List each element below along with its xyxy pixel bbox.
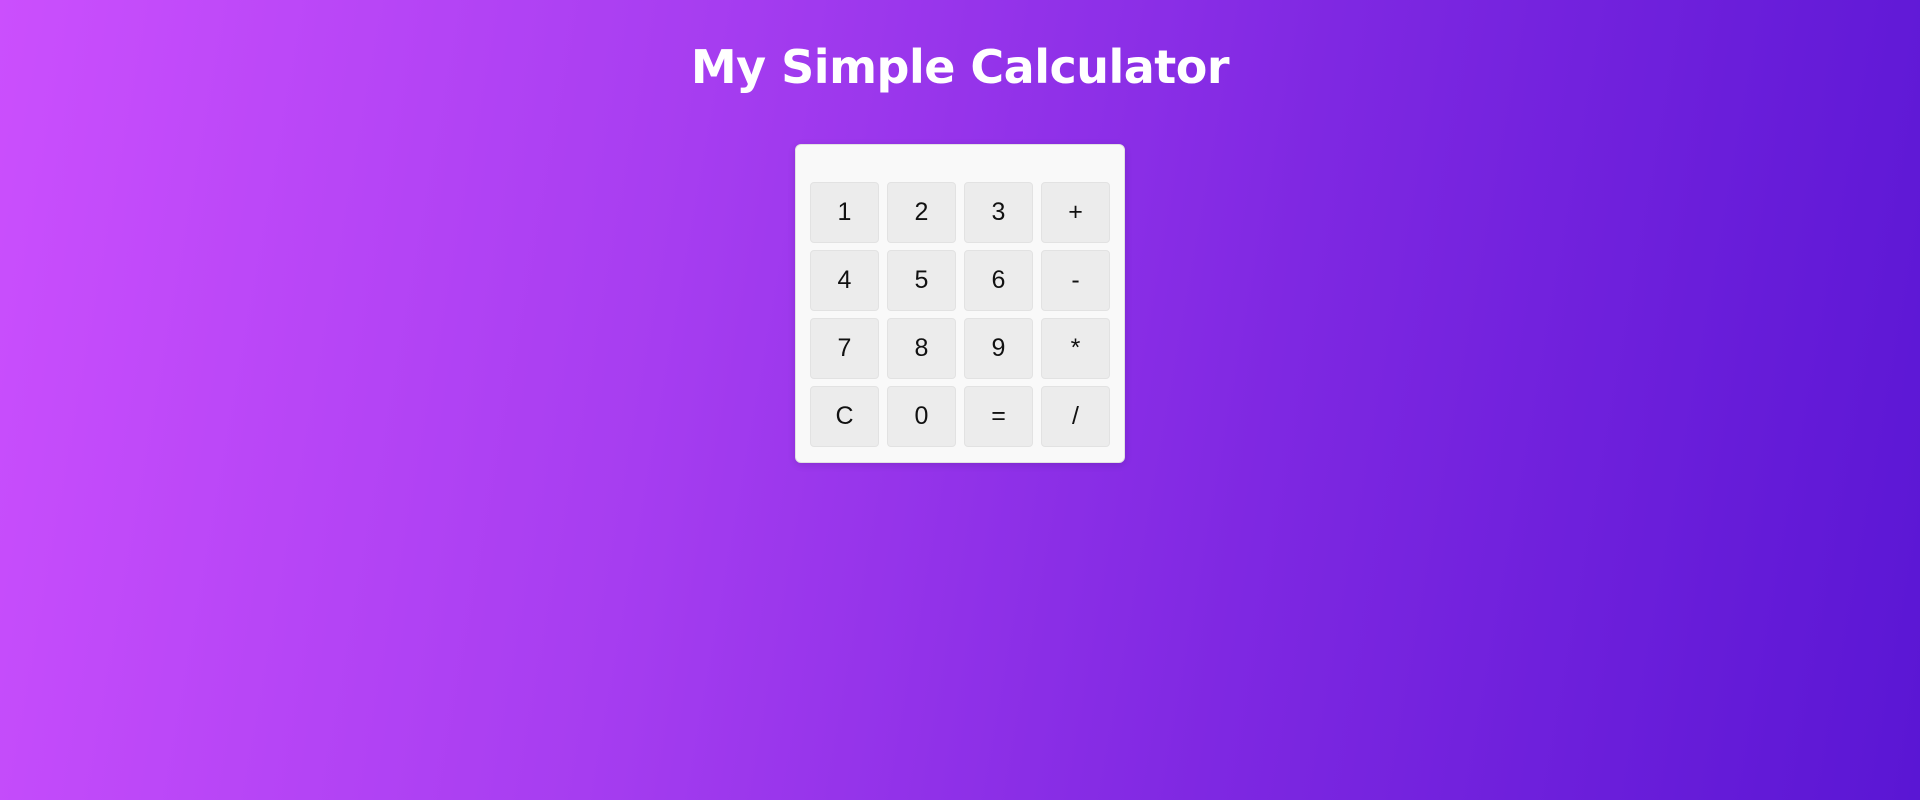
key-3[interactable]: 3: [964, 182, 1033, 243]
key-divide[interactable]: /: [1041, 386, 1110, 447]
key-subtract[interactable]: -: [1041, 250, 1110, 311]
calculator-display[interactable]: [810, 151, 1110, 179]
key-7[interactable]: 7: [810, 318, 879, 379]
key-6[interactable]: 6: [964, 250, 1033, 311]
key-5[interactable]: 5: [887, 250, 956, 311]
key-add[interactable]: +: [1041, 182, 1110, 243]
key-equals[interactable]: =: [964, 386, 1033, 447]
key-4[interactable]: 4: [810, 250, 879, 311]
keypad: 1 2 3 + 4 5 6 - 7 8 9 * C 0 = /: [810, 182, 1110, 447]
key-2[interactable]: 2: [887, 182, 956, 243]
key-9[interactable]: 9: [964, 318, 1033, 379]
key-multiply[interactable]: *: [1041, 318, 1110, 379]
key-0[interactable]: 0: [887, 386, 956, 447]
page-title: My Simple Calculator: [690, 40, 1230, 94]
key-1[interactable]: 1: [810, 182, 879, 243]
key-clear[interactable]: C: [810, 386, 879, 447]
key-8[interactable]: 8: [887, 318, 956, 379]
calculator-panel: 1 2 3 + 4 5 6 - 7 8 9 * C 0 = /: [795, 144, 1125, 463]
